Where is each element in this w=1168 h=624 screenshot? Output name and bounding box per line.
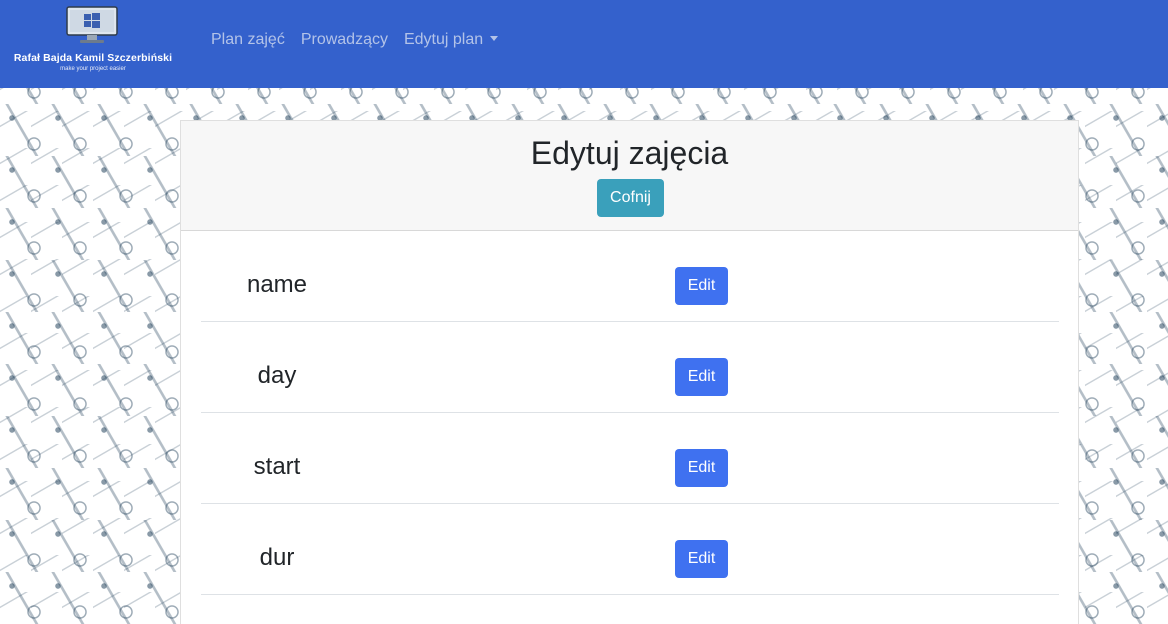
edit-class-card: Edytuj zajęcia Cofnij name Edit day Edit…	[180, 120, 1079, 624]
nav-link-label: Prowadzący	[300, 31, 388, 48]
caret-down-icon	[490, 36, 499, 41]
nav-link-label: Edytuj plan	[403, 31, 484, 48]
back-button[interactable]: Cofnij	[597, 179, 664, 217]
field-label: dur	[259, 544, 295, 571]
field-list: name Edit day Edit start Edit dur Edit	[201, 231, 1059, 595]
edit-start-button[interactable]: Edit	[675, 449, 728, 487]
edit-name-button[interactable]: Edit	[675, 267, 728, 305]
page-title: Edytuj zajęcia	[530, 135, 729, 171]
edit-day-button[interactable]: Edit	[675, 358, 728, 396]
field-label: start	[253, 453, 301, 480]
computer-monitor-windows-icon	[66, 6, 118, 43]
field-label: day	[257, 362, 297, 389]
brand-tagline: make your project easier	[60, 66, 126, 72]
field-row-start: start Edit	[201, 413, 1059, 504]
nav-link-label: Plan zajęć	[211, 31, 285, 48]
field-row-name: name Edit	[201, 231, 1059, 322]
edit-dur-button[interactable]: Edit	[675, 540, 728, 578]
nav-dropdown-edytuj-plan[interactable]: Edytuj plan	[403, 30, 499, 50]
top-navbar: Rafał Bajda Kamil Szczerbiński make your…	[0, 0, 1168, 88]
nav-link-prowadzacy[interactable]: Prowadzący	[301, 30, 388, 50]
nav-links: Plan zajęć Prowadzący Edytuj plan	[211, 30, 499, 50]
field-row-dur: dur Edit	[201, 504, 1059, 595]
brand-logo[interactable]: Rafał Bajda Kamil Szczerbiński make your…	[0, 0, 186, 88]
nav-link-plan-zajec[interactable]: Plan zajęć	[211, 30, 285, 50]
card-header: Edytuj zajęcia Cofnij	[181, 121, 1078, 231]
field-label: name	[246, 271, 308, 298]
brand-title: Rafał Bajda Kamil Szczerbiński	[13, 52, 173, 64]
field-row-day: day Edit	[201, 322, 1059, 413]
